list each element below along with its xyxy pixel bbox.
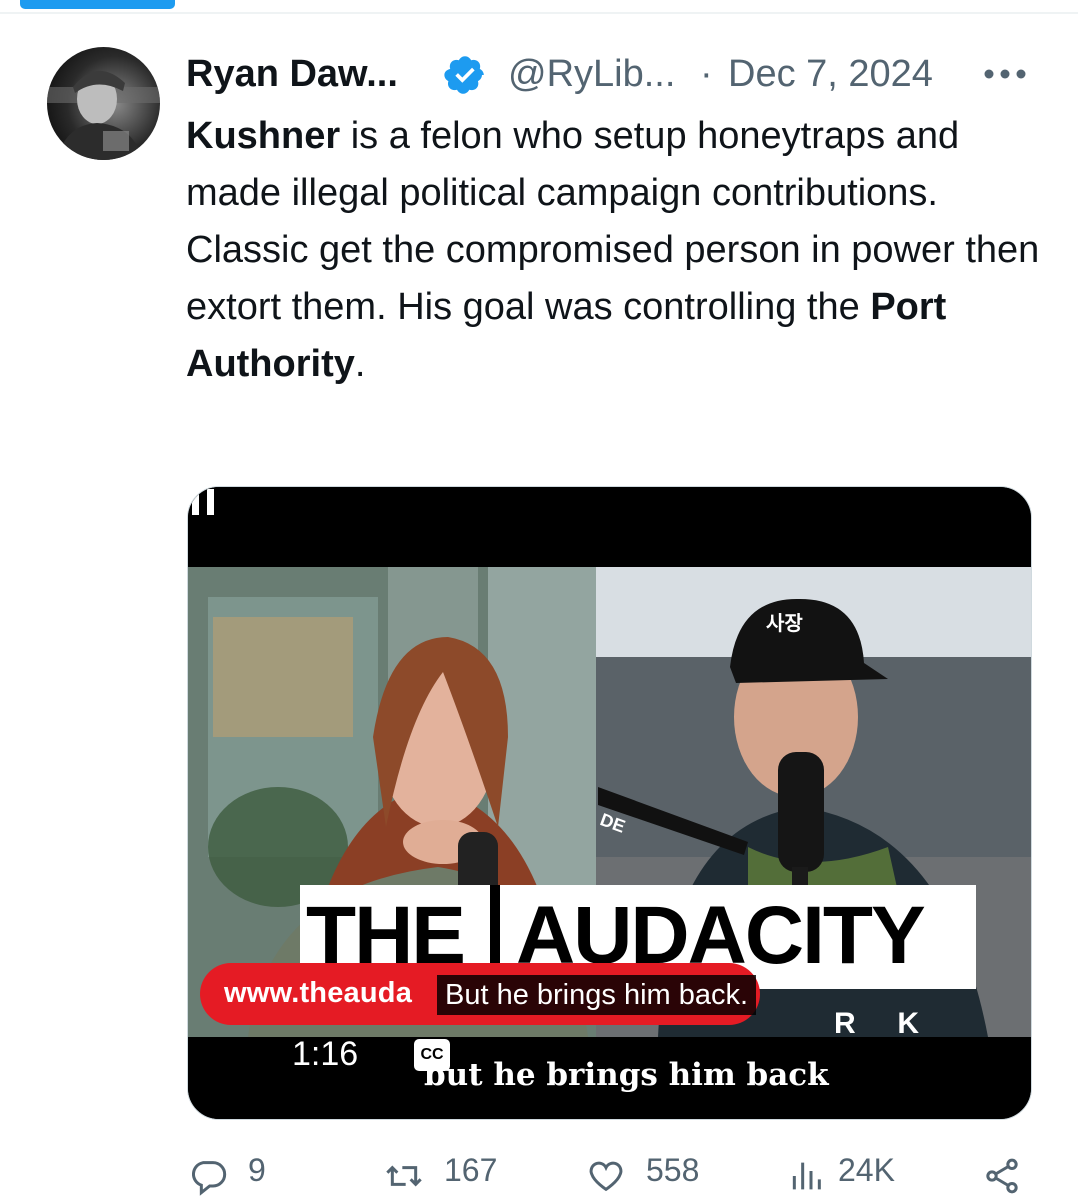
header-separator: · xyxy=(700,53,713,95)
hat-text: 사장 xyxy=(766,613,803,635)
burned-in-subtitle: but he brings him back xyxy=(424,1057,829,1093)
author-name[interactable]: Ryan Daw... xyxy=(186,48,398,100)
tweet-date[interactable]: Dec 7, 2024 xyxy=(728,48,933,100)
like-count: 558 xyxy=(646,1152,700,1188)
avatar[interactable] xyxy=(47,47,160,160)
tweet-text-run: . xyxy=(354,343,366,385)
site-banner-text: www.theauda xyxy=(224,977,413,1009)
repost-count: 167 xyxy=(444,1152,498,1188)
network-letters: R K xyxy=(834,1007,920,1040)
active-tab-indicator[interactable] xyxy=(20,0,175,9)
tweet-text: Kushner is a felon who setup honeytraps … xyxy=(186,108,1046,393)
repost-icon xyxy=(386,1165,422,1187)
avatar-image xyxy=(47,47,160,160)
like-icon xyxy=(589,1161,623,1192)
action-bar: 9 167 558 24K xyxy=(186,1150,1046,1196)
closed-caption-text: But he brings him back. xyxy=(437,975,757,1015)
verified-badge-icon[interactable] xyxy=(443,53,487,97)
tweet-text-run[interactable]: Kushner xyxy=(186,115,340,157)
views-icon xyxy=(792,1162,821,1190)
tweet-header: Ryan Daw... @RyLib... · Dec 7, 2024 xyxy=(186,48,1036,100)
share-icon xyxy=(986,1158,1018,1194)
author-handle[interactable]: @RyLib... xyxy=(508,48,675,100)
pause-icon[interactable] xyxy=(188,487,218,517)
top-tab-bar xyxy=(0,0,1078,14)
views-count: 24K xyxy=(838,1152,895,1188)
reply-count: 9 xyxy=(248,1152,266,1188)
top-divider xyxy=(0,12,1078,14)
video-timestamp: 1:16 xyxy=(292,1035,359,1073)
more-icon[interactable] xyxy=(982,58,1028,90)
reply-icon xyxy=(191,1161,227,1196)
video-player[interactable]: THE AUDACITY 사장 DE R K www.theauda But h… xyxy=(187,486,1032,1120)
